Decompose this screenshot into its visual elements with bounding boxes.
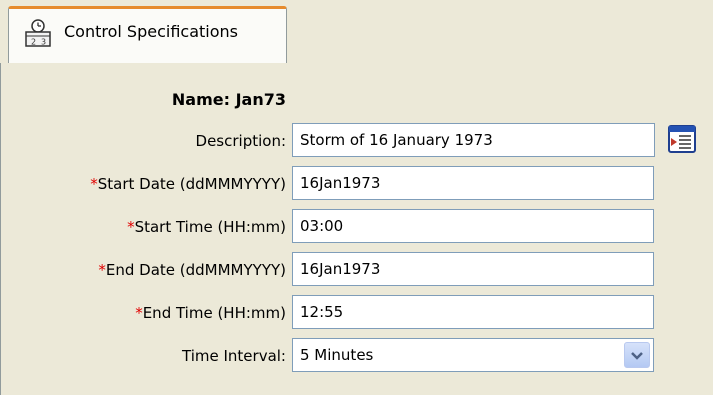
end-date-field[interactable]: 16Jan1973 xyxy=(292,252,654,286)
end-date-label: *End Date (ddMMMYYYY) xyxy=(98,261,286,279)
tab-control-specifications[interactable]: 2 3 Control Specifications xyxy=(8,6,287,65)
description-label: Description: xyxy=(195,132,286,150)
start-time-label-text: Start Time (HH:mm) xyxy=(134,218,286,236)
required-marker: * xyxy=(135,304,143,322)
start-date-label: *Start Date (ddMMMYYYY) xyxy=(90,175,286,193)
end-time-field[interactable]: 12:55 xyxy=(292,295,654,329)
start-date-field[interactable]: 16Jan1973 xyxy=(292,166,654,200)
calendar-clock-icon: 2 3 xyxy=(23,18,53,48)
required-marker: * xyxy=(98,261,106,279)
name-heading: Name: Jan73 xyxy=(172,90,286,109)
tab-label: Control Specifications xyxy=(64,22,238,41)
start-date-label-text: Start Date (ddMMMYYYY) xyxy=(97,175,286,193)
required-marker: * xyxy=(127,218,135,236)
end-time-label: *End Time (HH:mm) xyxy=(135,304,286,322)
start-time-field[interactable]: 03:00 xyxy=(292,209,654,243)
name-value: Jan73 xyxy=(235,90,286,109)
end-time-label-text: End Time (HH:mm) xyxy=(142,304,286,322)
chevron-down-icon xyxy=(631,352,643,360)
svg-text:2: 2 xyxy=(31,38,36,47)
required-marker: * xyxy=(90,175,98,193)
time-interval-value: 5 Minutes xyxy=(300,346,374,364)
svg-text:3: 3 xyxy=(41,38,46,47)
end-date-label-text: End Date (ddMMMYYYY) xyxy=(105,261,286,279)
edit-description-icon[interactable] xyxy=(666,123,698,155)
time-interval-label: Time Interval: xyxy=(182,347,286,365)
start-time-label: *Start Time (HH:mm) xyxy=(127,218,286,236)
time-interval-select[interactable]: 5 Minutes xyxy=(292,338,654,372)
name-label: Name: xyxy=(171,90,231,109)
description-field[interactable]: Storm of 16 January 1973 xyxy=(292,123,655,157)
tab-strip: 2 3 Control Specifications xyxy=(0,0,713,65)
dropdown-arrow-button[interactable] xyxy=(624,342,650,368)
